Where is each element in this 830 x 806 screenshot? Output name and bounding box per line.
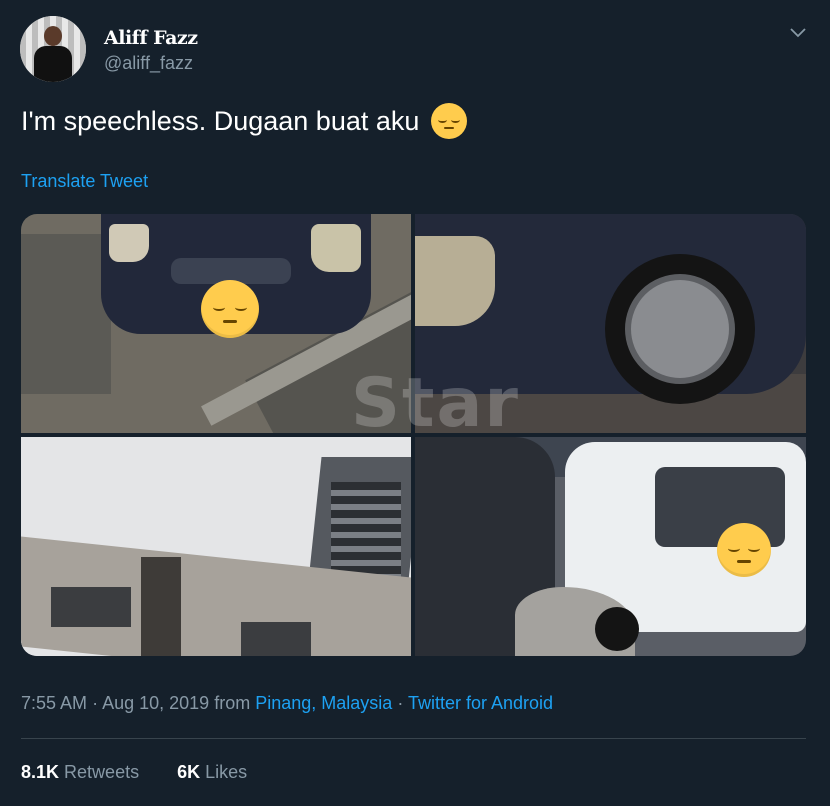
avatar-head bbox=[44, 26, 62, 46]
pensive-face-icon bbox=[431, 103, 468, 139]
user-handle[interactable]: @aliff_fazz bbox=[104, 53, 193, 74]
retweets-count[interactable]: 8.1K bbox=[21, 762, 59, 782]
meta-separator: · bbox=[92, 693, 99, 713]
translate-tweet-link[interactable]: Translate Tweet bbox=[21, 171, 148, 192]
photo-car-wheel[interactable] bbox=[415, 214, 806, 433]
photo-building[interactable] bbox=[21, 437, 411, 656]
media-grid: Star bbox=[21, 214, 806, 656]
from-label: from bbox=[214, 693, 251, 713]
likes-count[interactable]: 6K bbox=[177, 762, 200, 782]
tweet-text-content: I'm speechless. Dugaan buat aku bbox=[21, 105, 420, 136]
tweet-meta: 7:55 AM · Aug 10, 2019 from Pinang, Mala… bbox=[21, 693, 553, 714]
retweets-label[interactable]: Retweets bbox=[64, 762, 139, 782]
tweet: Aliff Fazz @aliff_fazz I'm speechless. D… bbox=[0, 0, 830, 806]
photo-car-front[interactable] bbox=[21, 214, 411, 433]
location-link[interactable]: Pinang, Malaysia bbox=[255, 693, 392, 713]
tweet-text: I'm speechless. Dugaan buat aku bbox=[21, 103, 468, 139]
tweet-stats: 8.1K Retweets 6K Likes bbox=[21, 762, 247, 783]
display-name[interactable]: Aliff Fazz bbox=[104, 27, 198, 49]
pensive-face-icon bbox=[717, 523, 771, 577]
avatar[interactable] bbox=[20, 16, 86, 82]
likes-label[interactable]: Likes bbox=[205, 762, 247, 782]
tweet-date[interactable]: Aug 10, 2019 bbox=[102, 693, 209, 713]
divider bbox=[21, 738, 806, 739]
chevron-down-icon[interactable] bbox=[788, 24, 808, 44]
avatar-body bbox=[34, 46, 72, 82]
client-link[interactable]: Twitter for Android bbox=[408, 693, 553, 713]
meta-separator-2: · bbox=[397, 693, 404, 713]
tweet-time[interactable]: 7:55 AM bbox=[21, 693, 87, 713]
photo-crushed-car[interactable] bbox=[415, 437, 806, 656]
pensive-face-icon bbox=[201, 280, 259, 338]
